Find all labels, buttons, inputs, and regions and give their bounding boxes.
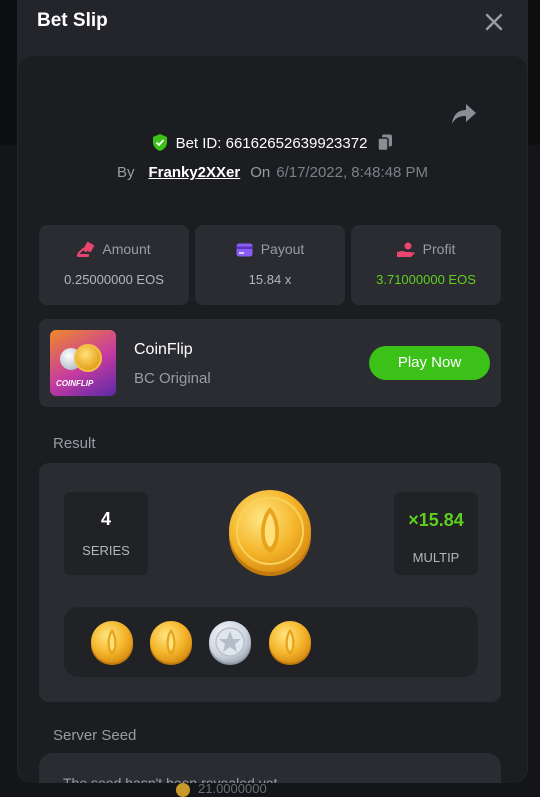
- game-card: COINFLIP CoinFlip BC Original Play Now: [39, 319, 501, 407]
- stat-label: Amount: [102, 241, 151, 257]
- gold-coin-icon: [229, 490, 311, 576]
- bet-id: Bet ID: 66162652639923372: [175, 135, 368, 152]
- background-value: 21.0000000: [198, 781, 267, 796]
- copy-icon[interactable]: [377, 134, 393, 151]
- stat-label: Profit: [422, 241, 456, 257]
- stat-value: 15.84 x: [248, 272, 292, 287]
- play-now-button[interactable]: Play Now: [369, 346, 490, 380]
- series-label: SERIES: [82, 543, 130, 558]
- stat-value: 3.71000000 EOS: [376, 272, 476, 287]
- thumbnail-label: COINFLIP: [56, 379, 94, 388]
- gold-coin-icon: [91, 621, 133, 665]
- payout-icon: [236, 243, 253, 257]
- stat-profit: Profit 3.71000000 EOS: [351, 225, 501, 305]
- coin-icon: [176, 783, 190, 797]
- series-box: 4 SERIES: [64, 492, 148, 575]
- bet-slip-modal: Bet Slip Bet ID: 66162652639923372 By Fra…: [17, 0, 528, 783]
- multiplier-value: ×15.84: [408, 510, 464, 530]
- bet-details-panel: Bet ID: 66162652639923372 By Franky2XXer O…: [18, 56, 527, 783]
- coinflip-thumbnail[interactable]: COINFLIP: [50, 330, 116, 396]
- verified-shield-icon: [152, 134, 167, 151]
- close-icon: [485, 13, 503, 31]
- gold-coin-icon: [269, 621, 311, 665]
- server-seed-text: The seed hasn't been revealed yet: [63, 775, 278, 783]
- by-label: By: [116, 164, 135, 181]
- server-seed-box: The seed hasn't been revealed yet: [39, 753, 501, 783]
- bet-author-row: By Franky2XXer On 6/17/2022, 8:48:48 PM: [18, 164, 527, 181]
- modal-title: Bet Slip: [37, 10, 108, 31]
- multiplier-box: ×15.84 MULTIP: [394, 492, 478, 575]
- stat-label: Payout: [260, 241, 305, 257]
- stat-amount: Amount 0.25000000 EOS: [39, 225, 189, 305]
- username-link[interactable]: Franky2XXer: [148, 164, 240, 181]
- on-label: On: [250, 164, 271, 181]
- stat-payout: Payout 15.84 x: [195, 225, 345, 305]
- close-button[interactable]: [482, 10, 506, 34]
- result-heading: Result: [53, 435, 96, 452]
- bet-date: 6/17/2022, 8:48:48 PM: [276, 164, 429, 181]
- multiplier-label: MULTIP: [412, 550, 460, 565]
- series-value: 4: [100, 509, 111, 529]
- server-seed-heading: Server Seed: [53, 727, 137, 744]
- gold-coin-icon: [150, 621, 192, 665]
- bet-id-row: Bet ID: 66162652639923372: [18, 134, 527, 152]
- profit-icon: [396, 242, 415, 257]
- share-icon[interactable]: [450, 102, 478, 126]
- game-name: CoinFlip: [134, 341, 193, 358]
- coin-series-row: [64, 607, 478, 677]
- stat-value: 0.25000000 EOS: [64, 272, 164, 287]
- silver-coin-icon: [209, 621, 251, 665]
- game-subtitle: BC Original: [134, 370, 211, 387]
- gold-coin-icon: [74, 344, 102, 372]
- amount-icon: [77, 241, 95, 257]
- result-panel: 4 SERIES ×15.84 MULTIP: [39, 463, 501, 702]
